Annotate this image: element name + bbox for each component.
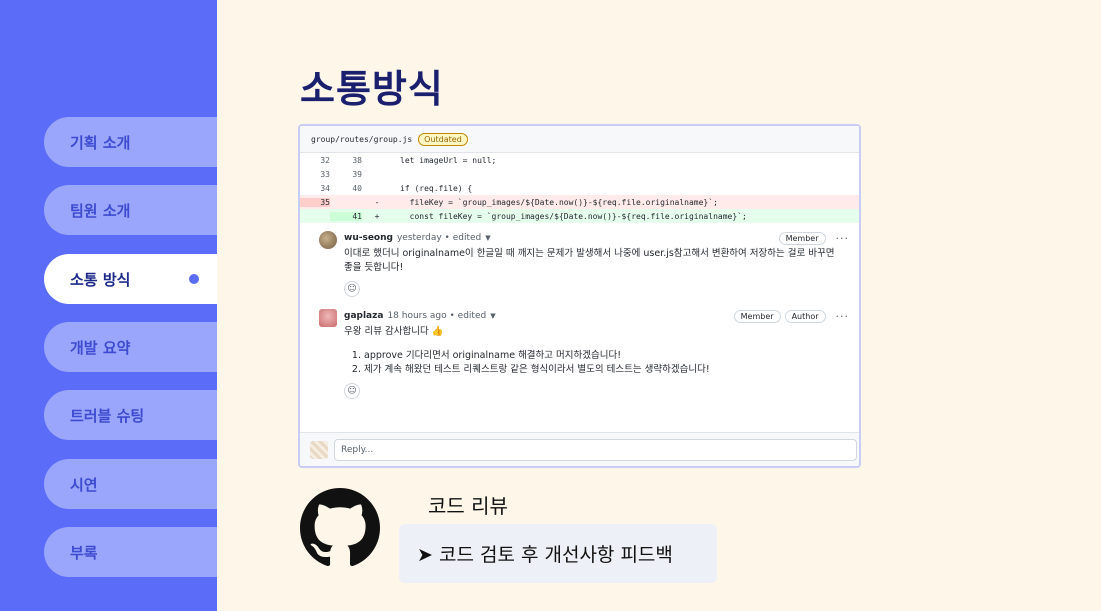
- new-line-number: 39: [352, 169, 362, 179]
- code-line-deleted: 35 - fileKey = `group_images/${Date.now(…: [300, 195, 859, 209]
- code-review-screenshot: group/routes/group.js Outdated 32 38 let…: [298, 124, 861, 468]
- old-line-number: 34: [320, 183, 330, 193]
- review-comment: gaplaza 18 hours ago • edited ▼ Member A…: [310, 301, 859, 403]
- diff-sign: -: [374, 197, 380, 207]
- nav-item-label: 시연: [70, 475, 98, 494]
- reply-bar: Reply...: [300, 432, 859, 466]
- caret-down-icon[interactable]: ▼: [490, 312, 495, 320]
- new-line-number: 38: [352, 155, 362, 165]
- member-badge: Member: [733, 309, 781, 323]
- comment-meta: 18 hours ago • edited: [387, 311, 487, 321]
- diff-code-area: 32 38 let imageUrl = null; 33 39 34 40 i…: [300, 153, 859, 223]
- nav-item-team[interactable]: 팀원 소개: [44, 185, 217, 235]
- reply-input[interactable]: Reply...: [334, 438, 857, 461]
- github-logo-icon: [300, 488, 380, 567]
- list-item: approve 기다리면서 originalname 해결하고 머지하겠습니다!: [364, 349, 841, 363]
- list-item: 제가 계속 해왔던 테스트 리퀘스트랑 같은 형식이라서 별도의 테스트는 생략…: [364, 363, 841, 377]
- old-line-number: 35: [300, 197, 330, 207]
- code-line: 33 39: [300, 167, 859, 181]
- avatar[interactable]: [319, 309, 337, 327]
- add-reaction-icon[interactable]: ☺: [344, 281, 360, 297]
- comment-body: 이대로 했더니 originalname이 한글일 때 깨지는 문제가 발생해서…: [344, 248, 835, 273]
- code-review-label: 코드 리뷰: [428, 494, 508, 518]
- sidebar: 기획 소개 팀원 소개 소통 방식 개발 요약 트러블 슈팅 시연 부록: [0, 0, 217, 611]
- code-text: fileKey = `group_images/${Date.now()}-${…: [400, 197, 718, 207]
- nav-item-demo[interactable]: 시연: [44, 459, 217, 509]
- comment-text: 우왕 리뷰 감사합니다 👍: [344, 326, 444, 337]
- caret-down-icon[interactable]: ▼: [485, 234, 490, 242]
- feedback-description: ➤ 코드 검토 후 개선사항 피드백: [399, 524, 717, 583]
- code-line: 34 40 if (req.file) {: [300, 181, 859, 195]
- nav-item-dev-summary[interactable]: 개발 요약: [44, 322, 217, 372]
- member-badge: Member: [778, 231, 826, 245]
- old-line-number: 33: [320, 169, 330, 179]
- comment-author[interactable]: wu-seong: [344, 233, 393, 243]
- comment-body: 우왕 리뷰 감사합니다 👍 approve 기다리면서 originalname…: [344, 325, 849, 377]
- outdated-badge: Outdated: [418, 132, 468, 146]
- nav-item-label: 부록: [70, 543, 98, 562]
- new-line-number: 40: [352, 183, 362, 193]
- nav-item-label: 트러블 슈팅: [70, 406, 145, 425]
- comment-list: approve 기다리면서 originalname 해결하고 머지하겠습니다!…: [344, 349, 841, 377]
- nav-item-label: 팀원 소개: [70, 201, 131, 220]
- more-options-icon[interactable]: ···: [836, 310, 850, 323]
- more-options-icon[interactable]: ···: [836, 232, 850, 245]
- add-reaction-icon[interactable]: ☺: [344, 383, 360, 399]
- new-line-number: 41: [330, 211, 362, 221]
- file-header: group/routes/group.js Outdated: [300, 126, 859, 153]
- code-line: 32 38 let imageUrl = null;: [300, 153, 859, 167]
- nav-item-label: 개발 요약: [70, 338, 131, 357]
- active-indicator-dot: [189, 274, 199, 284]
- author-badge: Author: [784, 309, 826, 323]
- comment-meta: yesterday • edited: [396, 233, 482, 243]
- code-text: const fileKey = `group_images/${Date.now…: [400, 211, 747, 221]
- nav-item-planning[interactable]: 기획 소개: [44, 117, 217, 167]
- nav-item-troubleshooting[interactable]: 트러블 슈팅: [44, 390, 217, 440]
- nav-item-label: 기획 소개: [70, 133, 131, 152]
- old-line-number: 32: [320, 155, 330, 165]
- comment-author[interactable]: gaplaza: [344, 311, 383, 321]
- review-comment: wu-seong yesterday • edited ▼ Member ···…: [310, 223, 859, 301]
- code-text: if (req.file) {: [400, 183, 473, 193]
- comment-thread: wu-seong yesterday • edited ▼ Member ···…: [300, 223, 859, 403]
- page-title: 소통방식: [300, 67, 444, 111]
- file-path[interactable]: group/routes/group.js: [311, 135, 412, 144]
- code-text: let imageUrl = null;: [400, 155, 497, 165]
- diff-sign: +: [374, 211, 380, 221]
- nav-item-appendix[interactable]: 부록: [44, 527, 217, 577]
- avatar: [310, 440, 328, 459]
- nav-item-communication[interactable]: 소통 방식: [44, 254, 217, 304]
- nav-item-label: 소통 방식: [70, 270, 131, 289]
- avatar[interactable]: [319, 231, 337, 249]
- code-line-added: 41 + const fileKey = `group_images/${Dat…: [300, 209, 859, 223]
